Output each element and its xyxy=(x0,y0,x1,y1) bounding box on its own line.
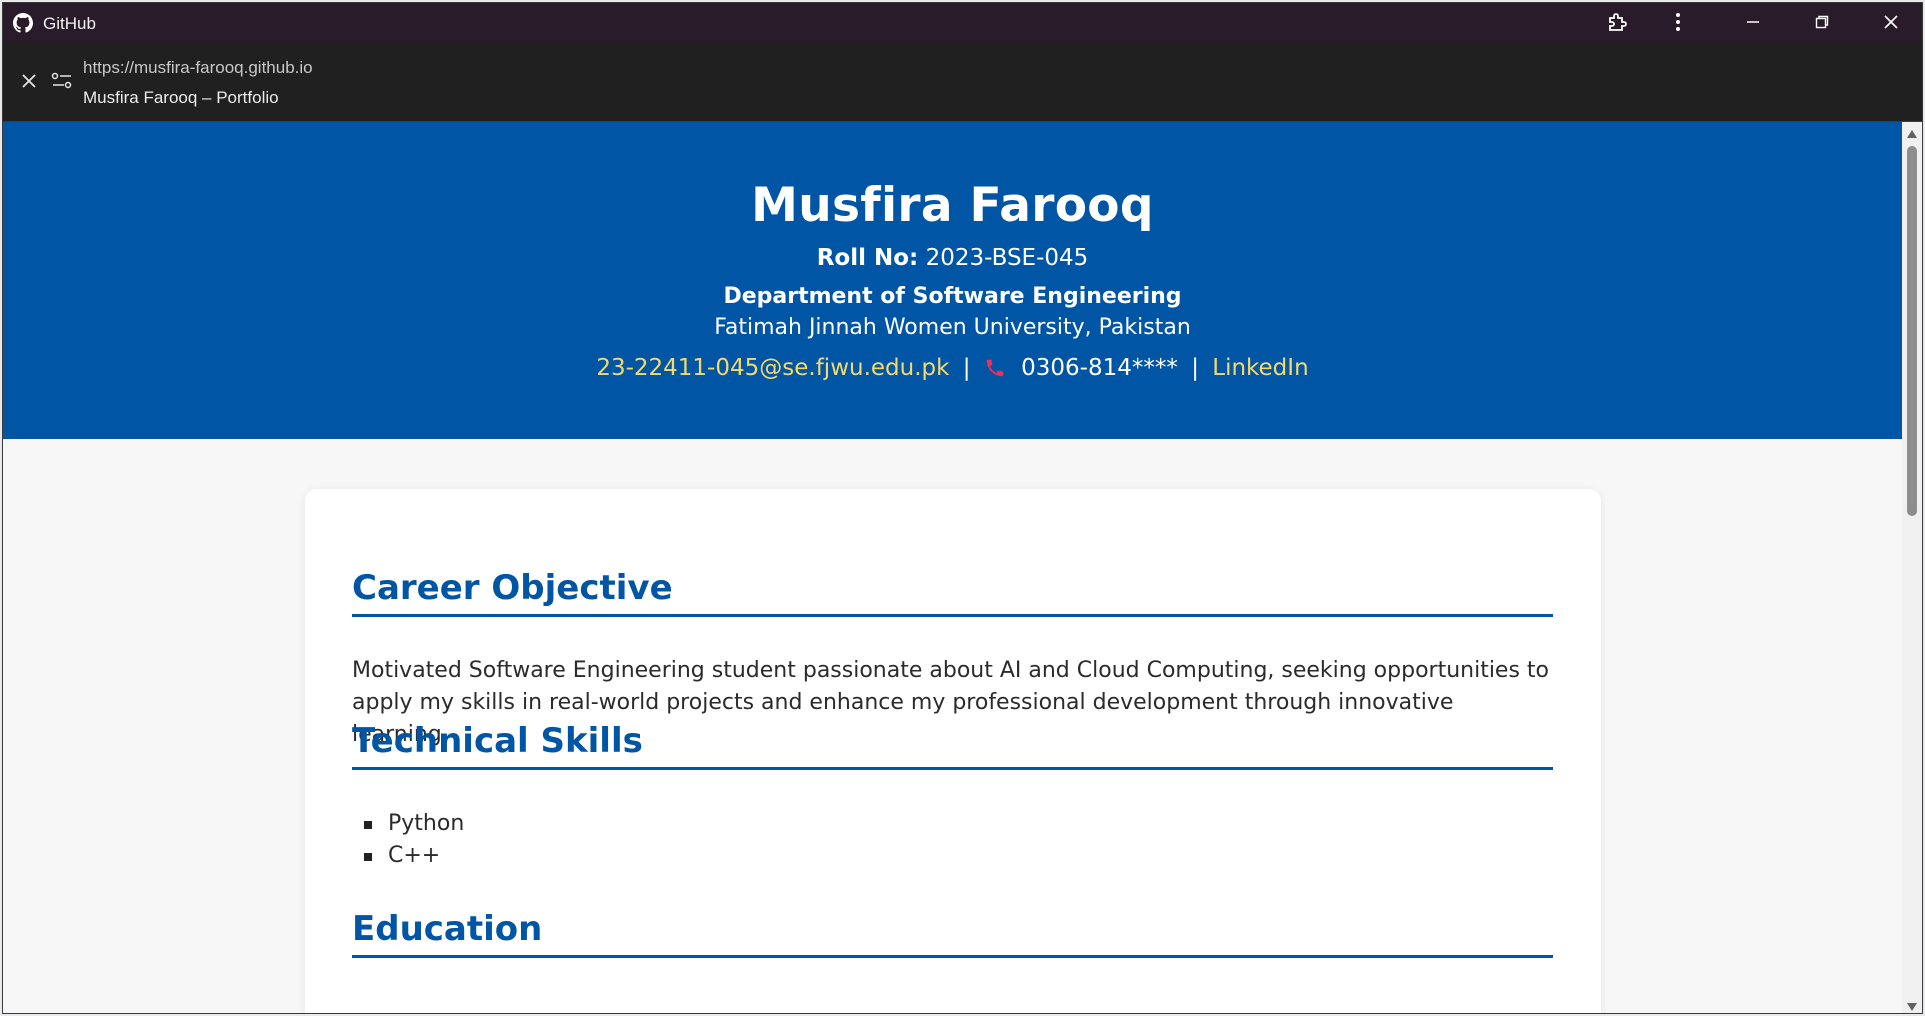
scroll-down-arrow-icon[interactable] xyxy=(1906,999,1918,1011)
close-icon[interactable] xyxy=(19,71,39,91)
hero-header: Musfira Farooq Roll No: 2023-BSE-045 Dep… xyxy=(3,122,1902,439)
linkedin-link[interactable]: LinkedIn xyxy=(1212,355,1308,381)
bullet xyxy=(364,821,372,829)
vertical-scrollbar[interactable] xyxy=(1902,122,1922,1013)
scrollbar-thumb[interactable] xyxy=(1907,146,1917,516)
page-viewport: Musfira Farooq Roll No: 2023-BSE-045 Dep… xyxy=(3,122,1902,1013)
skill-label: Python xyxy=(388,811,465,836)
university: Fatimah Jinnah Women University, Pakista… xyxy=(714,315,1191,340)
close-icon[interactable] xyxy=(1876,9,1906,35)
skill-label: C++ xyxy=(388,843,441,868)
separator: | xyxy=(962,355,971,381)
skills-list: Python C++ xyxy=(352,808,464,872)
department: Department of Software Engineering xyxy=(723,284,1182,309)
puzzle-icon[interactable] xyxy=(1603,9,1633,35)
restore-icon[interactable] xyxy=(1807,9,1837,35)
kebab-menu-icon[interactable] xyxy=(1663,9,1693,35)
app-window: GitHub https://musfira-farooq.github.io … xyxy=(3,3,1922,1013)
list-item: Python xyxy=(352,808,464,840)
phone-icon xyxy=(984,357,1006,385)
roll-value: 2023-BSE-045 xyxy=(925,245,1089,271)
page-title: Musfira Farooq – Portfolio xyxy=(83,88,279,107)
github-icon xyxy=(13,13,33,33)
title-bar: GitHub xyxy=(3,3,1922,41)
address-bar: https://musfira-farooq.github.io Musfira… xyxy=(3,41,1922,122)
app-title: GitHub xyxy=(43,14,96,33)
section-title-education: Education xyxy=(352,909,1553,958)
roll-label: Roll No: xyxy=(816,245,919,271)
scroll-up-arrow-icon[interactable] xyxy=(1906,126,1918,138)
minimize-icon[interactable] xyxy=(1738,9,1768,35)
bullet xyxy=(364,853,372,861)
section-title-objective: Career Objective xyxy=(352,568,1553,617)
list-item: C++ xyxy=(352,840,464,872)
section-title-skills: Technical Skills xyxy=(352,721,1553,770)
profile-name: Musfira Farooq xyxy=(751,178,1154,233)
email-link[interactable]: 23-22411-045@se.fjwu.edu.pk xyxy=(596,355,949,381)
url-text[interactable]: https://musfira-farooq.github.io xyxy=(83,58,313,78)
separator: | xyxy=(1191,355,1199,381)
phone-number: 0306-814**** xyxy=(1021,355,1178,381)
roll-number: Roll No: 2023-BSE-045 xyxy=(3,245,1902,271)
tune-icon[interactable] xyxy=(51,71,73,91)
contact-line: 23-22411-045@se.fjwu.edu.pk | 0306-814**… xyxy=(3,355,1902,385)
content-card: Career Objective Motivated Software Engi… xyxy=(305,489,1601,1013)
